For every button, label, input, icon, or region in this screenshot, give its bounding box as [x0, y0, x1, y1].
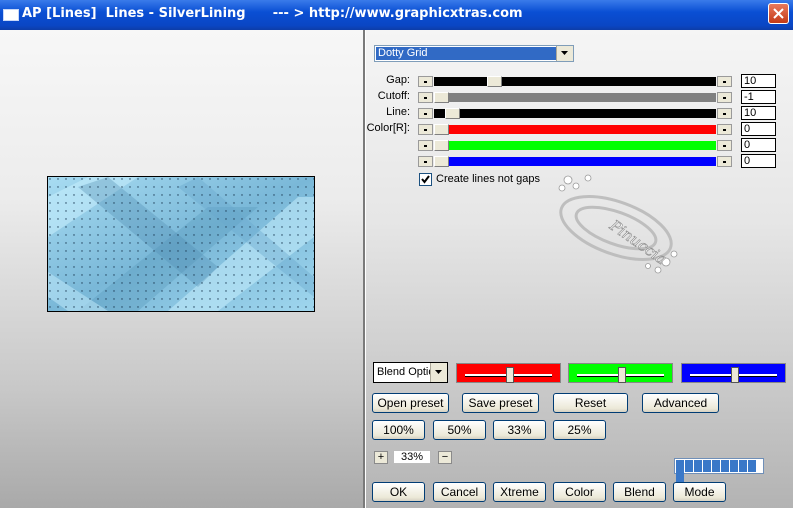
slider-fill: [434, 141, 716, 150]
slider-fill: [434, 93, 716, 102]
progress-segment: [712, 460, 720, 472]
green-color-slider[interactable]: [568, 363, 673, 383]
chevron-down-icon: [561, 51, 568, 55]
progress-segment: [703, 460, 711, 472]
xtreme-button[interactable]: Xtreme: [493, 482, 546, 502]
progress-segment: [739, 460, 747, 472]
slider-track[interactable]: [418, 124, 732, 135]
slider-thumb[interactable]: [445, 108, 460, 119]
zoom-50-button[interactable]: 50%: [433, 420, 486, 440]
slider-label: Line:: [386, 106, 410, 118]
close-button[interactable]: [768, 3, 789, 24]
slider-right-button[interactable]: [717, 76, 732, 87]
preset-dropdown-value: Dotty Grid: [376, 47, 556, 60]
ok-button[interactable]: OK: [372, 482, 425, 502]
progress-segment: [748, 460, 756, 472]
window-icon: [3, 9, 19, 21]
zoom-33-button[interactable]: 33%: [493, 420, 546, 440]
mode-button[interactable]: Mode: [673, 482, 726, 502]
progress-segment: [676, 460, 684, 472]
slider-left-button[interactable]: [418, 108, 433, 119]
slider-left-button[interactable]: [418, 140, 433, 151]
slider-value-field[interactable]: 10: [741, 74, 776, 88]
slider-fill: [434, 109, 716, 118]
reset-button[interactable]: Reset: [553, 393, 628, 413]
slider-label: Gap:: [386, 74, 410, 86]
progress-segment: [730, 460, 738, 472]
slider-value-field[interactable]: 0: [741, 154, 776, 168]
progress-segment: [685, 460, 693, 472]
zoom-100-button[interactable]: 100%: [372, 420, 425, 440]
zoom-25-button[interactable]: 25%: [553, 420, 606, 440]
slider-fill: [434, 157, 716, 166]
advanced-button[interactable]: Advanced: [642, 393, 719, 413]
blend-button[interactable]: Blend: [613, 482, 666, 502]
slider-track[interactable]: [418, 140, 732, 151]
zoom-level-field[interactable]: 33%: [393, 450, 431, 464]
color-button[interactable]: Color: [553, 482, 606, 502]
chevron-down-icon: [435, 370, 442, 374]
preview-image: [47, 176, 315, 312]
slider-right-button[interactable]: [717, 156, 732, 167]
slider-left-button[interactable]: [418, 124, 433, 135]
slider-value-field[interactable]: 0: [741, 122, 776, 136]
slider-left-button[interactable]: [418, 156, 433, 167]
zoom-out-button[interactable]: −: [438, 451, 452, 464]
slider-left-button[interactable]: [418, 76, 433, 87]
slider-value-field[interactable]: 0: [741, 138, 776, 152]
cancel-button[interactable]: Cancel: [433, 482, 486, 502]
preset-dropdown[interactable]: Dotty Grid: [374, 45, 574, 62]
slider-thumb[interactable]: [434, 92, 449, 103]
slider-label: Color[R]:: [366, 122, 410, 134]
color-slider-thumb[interactable]: [731, 367, 739, 383]
watermark-logo: Pinuccia: [548, 170, 688, 280]
close-icon: [773, 8, 784, 19]
open-preset-button[interactable]: Open preset: [372, 393, 449, 413]
slider-thumb[interactable]: [434, 140, 449, 151]
slider-track[interactable]: [418, 156, 732, 167]
slider-right-button[interactable]: [717, 92, 732, 103]
slider-fill: [434, 77, 716, 86]
window-title: AP [Lines] Lines - SilverLining --- > ht…: [22, 6, 523, 21]
color-slider-thumb[interactable]: [618, 367, 626, 383]
slider-right-button[interactable]: [717, 108, 732, 119]
progress-segment: [694, 460, 702, 472]
slider-track[interactable]: [418, 108, 732, 119]
slider-label: Cutoff:: [377, 90, 410, 102]
progress-bar: [674, 458, 764, 484]
slider-thumb[interactable]: [434, 124, 449, 135]
slider-value-field[interactable]: -1: [741, 90, 776, 104]
dropdown-button[interactable]: [430, 363, 447, 382]
slider-left-button[interactable]: [418, 92, 433, 103]
blend-options-dropdown[interactable]: Blend Optio: [373, 362, 448, 383]
color-slider-thumb[interactable]: [506, 367, 514, 383]
save-preset-button[interactable]: Save preset: [462, 393, 539, 413]
create-lines-checkbox[interactable]: [419, 173, 432, 186]
zoom-in-button[interactable]: +: [374, 451, 388, 464]
slider-value-field[interactable]: 10: [741, 106, 776, 120]
create-lines-label: Create lines not gaps: [436, 173, 540, 185]
slider-track[interactable]: [418, 92, 732, 103]
dropdown-button[interactable]: [556, 46, 573, 61]
progress-segment: [721, 460, 729, 472]
blue-color-slider[interactable]: [681, 363, 786, 383]
red-color-slider[interactable]: [456, 363, 561, 383]
slider-fill: [434, 125, 716, 134]
slider-track[interactable]: [418, 76, 732, 87]
blend-options-value: Blend Optio: [377, 366, 435, 378]
slider-thumb[interactable]: [434, 156, 449, 167]
slider-right-button[interactable]: [717, 140, 732, 151]
slider-right-button[interactable]: [717, 124, 732, 135]
checkmark-icon: [421, 175, 430, 184]
slider-thumb[interactable]: [487, 76, 502, 87]
title-bar: AP [Lines] Lines - SilverLining --- > ht…: [0, 0, 793, 30]
